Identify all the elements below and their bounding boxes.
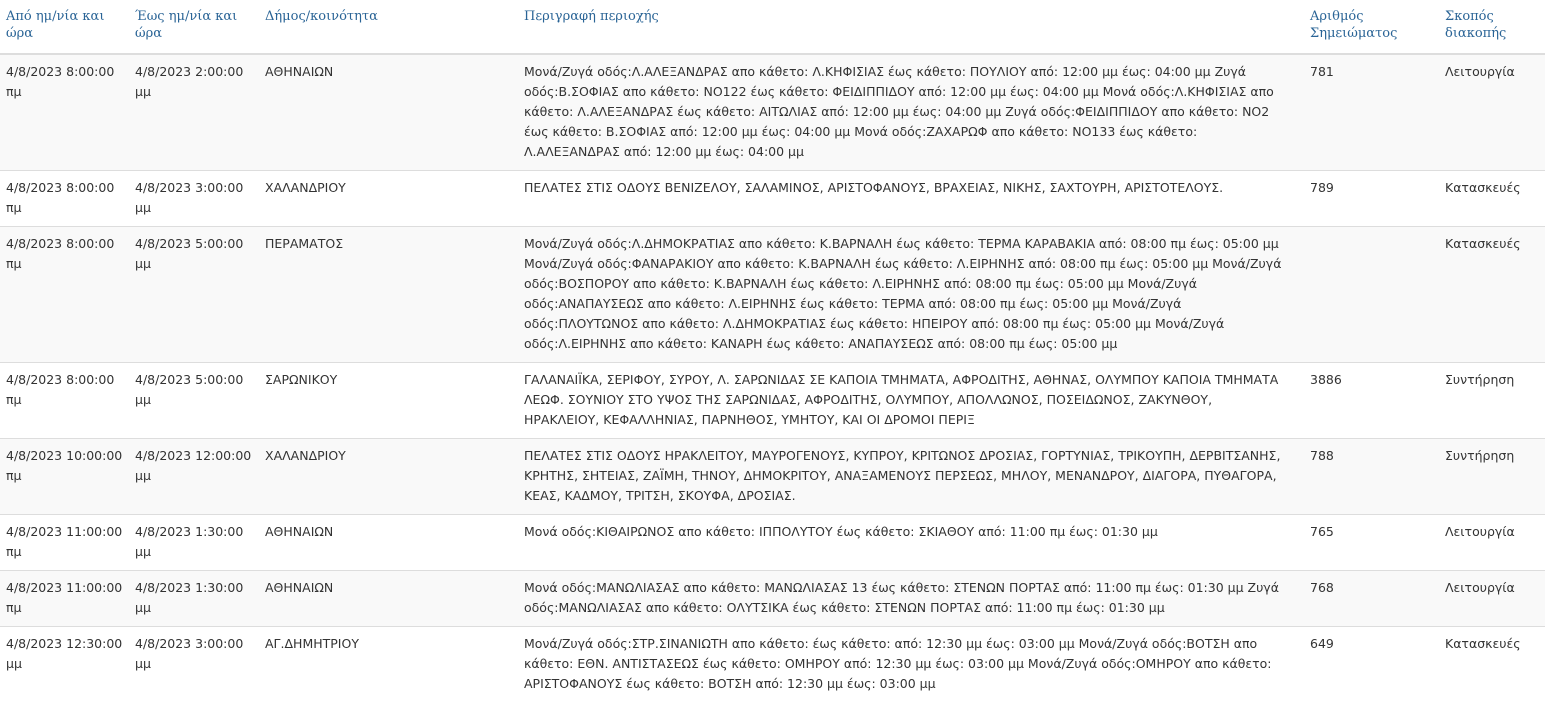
cell-from-datetime: 4/8/2023 8:00:00 πμ xyxy=(0,54,129,171)
cell-purpose: Λειτουργία xyxy=(1433,515,1545,571)
header-from-datetime[interactable]: Από ημ/νία και ώρα xyxy=(0,0,129,54)
cell-to-datetime: 4/8/2023 3:00:00 μμ xyxy=(129,627,259,702)
cell-notice-number: 649 xyxy=(1298,627,1433,702)
cell-to-datetime: 4/8/2023 1:30:00 μμ xyxy=(129,571,259,627)
cell-municipality: ΑΓ.ΔΗΜΗΤΡΙΟΥ xyxy=(259,627,518,702)
cell-to-datetime: 4/8/2023 1:30:00 μμ xyxy=(129,515,259,571)
header-row: Από ημ/νία και ώρα Έως ημ/νία και ώρα Δή… xyxy=(0,0,1545,54)
table-row: 4/8/2023 11:00:00 πμ 4/8/2023 1:30:00 μμ… xyxy=(0,515,1545,571)
cell-purpose: Κατασκευές xyxy=(1433,227,1545,363)
cell-municipality: ΧΑΛΑΝΔΡΙΟΥ xyxy=(259,171,518,227)
cell-from-datetime: 4/8/2023 8:00:00 πμ xyxy=(0,227,129,363)
cell-municipality: ΑΘΗΝΑΙΩΝ xyxy=(259,54,518,171)
cell-from-datetime: 4/8/2023 11:00:00 πμ xyxy=(0,515,129,571)
header-area-description[interactable]: Περιγραφή περιοχής xyxy=(518,0,1298,54)
table-row: 4/8/2023 11:00:00 πμ 4/8/2023 1:30:00 μμ… xyxy=(0,571,1545,627)
cell-municipality: ΣΑΡΩΝΙΚΟΥ xyxy=(259,363,518,439)
cell-municipality: ΑΘΗΝΑΙΩΝ xyxy=(259,571,518,627)
outage-table: Από ημ/νία και ώρα Έως ημ/νία και ώρα Δή… xyxy=(0,0,1545,702)
header-notice-number[interactable]: Αριθμός Σημειώματος xyxy=(1298,0,1433,54)
header-to-datetime[interactable]: Έως ημ/νία και ώρα xyxy=(129,0,259,54)
table-row: 4/8/2023 8:00:00 πμ 4/8/2023 2:00:00 μμ … xyxy=(0,54,1545,171)
table-row: 4/8/2023 8:00:00 πμ 4/8/2023 5:00:00 μμ … xyxy=(0,363,1545,439)
table-row: 4/8/2023 8:00:00 πμ 4/8/2023 5:00:00 μμ … xyxy=(0,227,1545,363)
cell-purpose: Κατασκευές xyxy=(1433,627,1545,702)
header-municipality[interactable]: Δήμος/κοινότητα xyxy=(259,0,518,54)
cell-notice-number: 768 xyxy=(1298,571,1433,627)
cell-notice-number: 788 xyxy=(1298,439,1433,515)
cell-to-datetime: 4/8/2023 12:00:00 μμ xyxy=(129,439,259,515)
cell-from-datetime: 4/8/2023 10:00:00 πμ xyxy=(0,439,129,515)
cell-from-datetime: 4/8/2023 12:30:00 μμ xyxy=(0,627,129,702)
cell-area-description: Μονά οδός:ΚΙΘΑΙΡΩΝΟΣ απο κάθετο: ΙΠΠΟΛΥΤ… xyxy=(518,515,1298,571)
table-row: 4/8/2023 10:00:00 πμ 4/8/2023 12:00:00 μ… xyxy=(0,439,1545,515)
cell-area-description: ΠΕΛΑΤΕΣ ΣΤΙΣ ΟΔΟΥΣ ΗΡΑΚΛΕΙΤΟΥ, ΜΑΥΡΟΓΕΝΟ… xyxy=(518,439,1298,515)
cell-from-datetime: 4/8/2023 8:00:00 πμ xyxy=(0,363,129,439)
table-row: 4/8/2023 8:00:00 πμ 4/8/2023 3:00:00 μμ … xyxy=(0,171,1545,227)
cell-notice-number: 781 xyxy=(1298,54,1433,171)
cell-to-datetime: 4/8/2023 3:00:00 μμ xyxy=(129,171,259,227)
cell-from-datetime: 4/8/2023 8:00:00 πμ xyxy=(0,171,129,227)
cell-municipality: ΠΕΡΑΜΑΤΟΣ xyxy=(259,227,518,363)
cell-municipality: ΧΑΛΑΝΔΡΙΟΥ xyxy=(259,439,518,515)
cell-purpose: Λειτουργία xyxy=(1433,54,1545,171)
cell-purpose: Κατασκευές xyxy=(1433,171,1545,227)
cell-area-description: ΓΑΛΑΝΑΙΪΚΑ, ΣΕΡΙΦΟΥ, ΣΥΡΟΥ, Λ. ΣΑΡΩΝΙΔΑΣ… xyxy=(518,363,1298,439)
cell-notice-number: 3886 xyxy=(1298,363,1433,439)
table-body: 4/8/2023 8:00:00 πμ 4/8/2023 2:00:00 μμ … xyxy=(0,54,1545,702)
cell-from-datetime: 4/8/2023 11:00:00 πμ xyxy=(0,571,129,627)
cell-purpose: Συντήρηση xyxy=(1433,363,1545,439)
cell-area-description: Μονά οδός:ΜΑΝΩΛΙΑΣΑΣ απο κάθετο: ΜΑΝΩΛΙΑ… xyxy=(518,571,1298,627)
cell-notice-number: 765 xyxy=(1298,515,1433,571)
cell-to-datetime: 4/8/2023 5:00:00 μμ xyxy=(129,227,259,363)
cell-purpose: Λειτουργία xyxy=(1433,571,1545,627)
cell-to-datetime: 4/8/2023 2:00:00 μμ xyxy=(129,54,259,171)
cell-notice-number: 789 xyxy=(1298,171,1433,227)
table-header: Από ημ/νία και ώρα Έως ημ/νία και ώρα Δή… xyxy=(0,0,1545,54)
cell-area-description: Μονά/Ζυγά οδός:Λ.ΑΛΕΞΑΝΔΡΑΣ απο κάθετο: … xyxy=(518,54,1298,171)
table-row: 4/8/2023 12:30:00 μμ 4/8/2023 3:00:00 μμ… xyxy=(0,627,1545,702)
cell-purpose: Συντήρηση xyxy=(1433,439,1545,515)
cell-area-description: ΠΕΛΑΤΕΣ ΣΤΙΣ ΟΔΟΥΣ ΒΕΝΙΖΕΛΟΥ, ΣΑΛΑΜΙΝΟΣ,… xyxy=(518,171,1298,227)
cell-area-description: Μονά/Ζυγά οδός:ΣΤΡ.ΣΙΝΑΝΙΩΤΗ απο κάθετο:… xyxy=(518,627,1298,702)
cell-to-datetime: 4/8/2023 5:00:00 μμ xyxy=(129,363,259,439)
cell-area-description: Μονά/Ζυγά οδός:Λ.ΔΗΜΟΚΡΑΤΙΑΣ απο κάθετο:… xyxy=(518,227,1298,363)
cell-notice-number xyxy=(1298,227,1433,363)
cell-municipality: ΑΘΗΝΑΙΩΝ xyxy=(259,515,518,571)
header-purpose[interactable]: Σκοπός διακοπής xyxy=(1433,0,1545,54)
